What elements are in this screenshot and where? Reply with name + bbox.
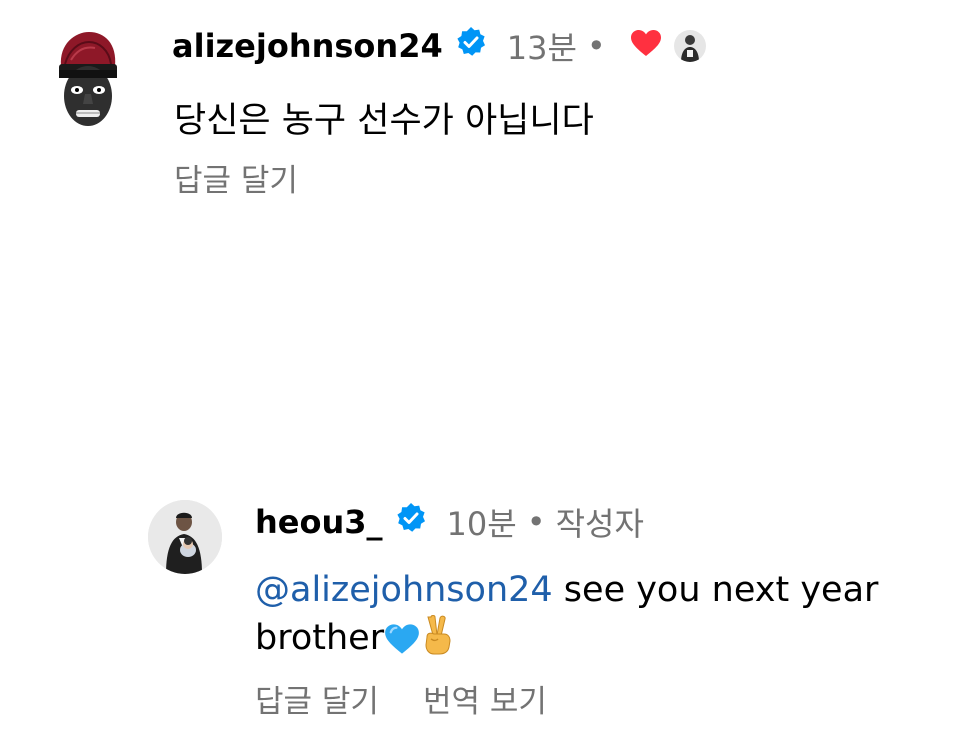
comment-text: brother	[255, 618, 385, 658]
timestamp: 13분	[506, 29, 577, 67]
comment-text-line-2: brother	[255, 615, 454, 664]
heart-icon[interactable]	[630, 27, 662, 65]
author-label: 작성자	[555, 505, 644, 543]
comment-header: alizejohnson24 13분 •	[172, 24, 706, 68]
verified-badge-icon	[395, 502, 427, 542]
comment-actions: 답글 달기	[174, 155, 298, 200]
avatar[interactable]	[148, 500, 222, 574]
blue-heart-emoji	[384, 623, 420, 664]
username[interactable]: heou3_	[255, 503, 383, 541]
comment-text-line-1: @alizejohnson24 see you next year	[255, 570, 878, 610]
mention-link[interactable]: @alizejohnson24	[255, 570, 553, 610]
reply-button[interactable]: 답글 달기	[174, 155, 298, 200]
victory-hand-emoji	[420, 615, 454, 664]
avatar[interactable]	[55, 30, 121, 126]
comment-text: 당신은 농구 선수가 아닙니다	[174, 101, 594, 141]
verified-badge-icon	[455, 26, 487, 66]
separator-dot: •	[526, 503, 546, 541]
translate-button[interactable]: 번역 보기	[423, 676, 547, 721]
comment-actions: 답글 달기 번역 보기	[255, 676, 547, 721]
timestamp: 10분	[446, 505, 517, 543]
username[interactable]: alizejohnson24	[172, 27, 443, 65]
comment-header: heou3_ 10분 • 작성자	[255, 500, 644, 544]
comment-text: see you next year	[552, 570, 879, 610]
separator-dot: •	[586, 27, 606, 65]
author-liked-avatar	[673, 30, 706, 62]
reply-button[interactable]: 답글 달기	[255, 676, 379, 721]
